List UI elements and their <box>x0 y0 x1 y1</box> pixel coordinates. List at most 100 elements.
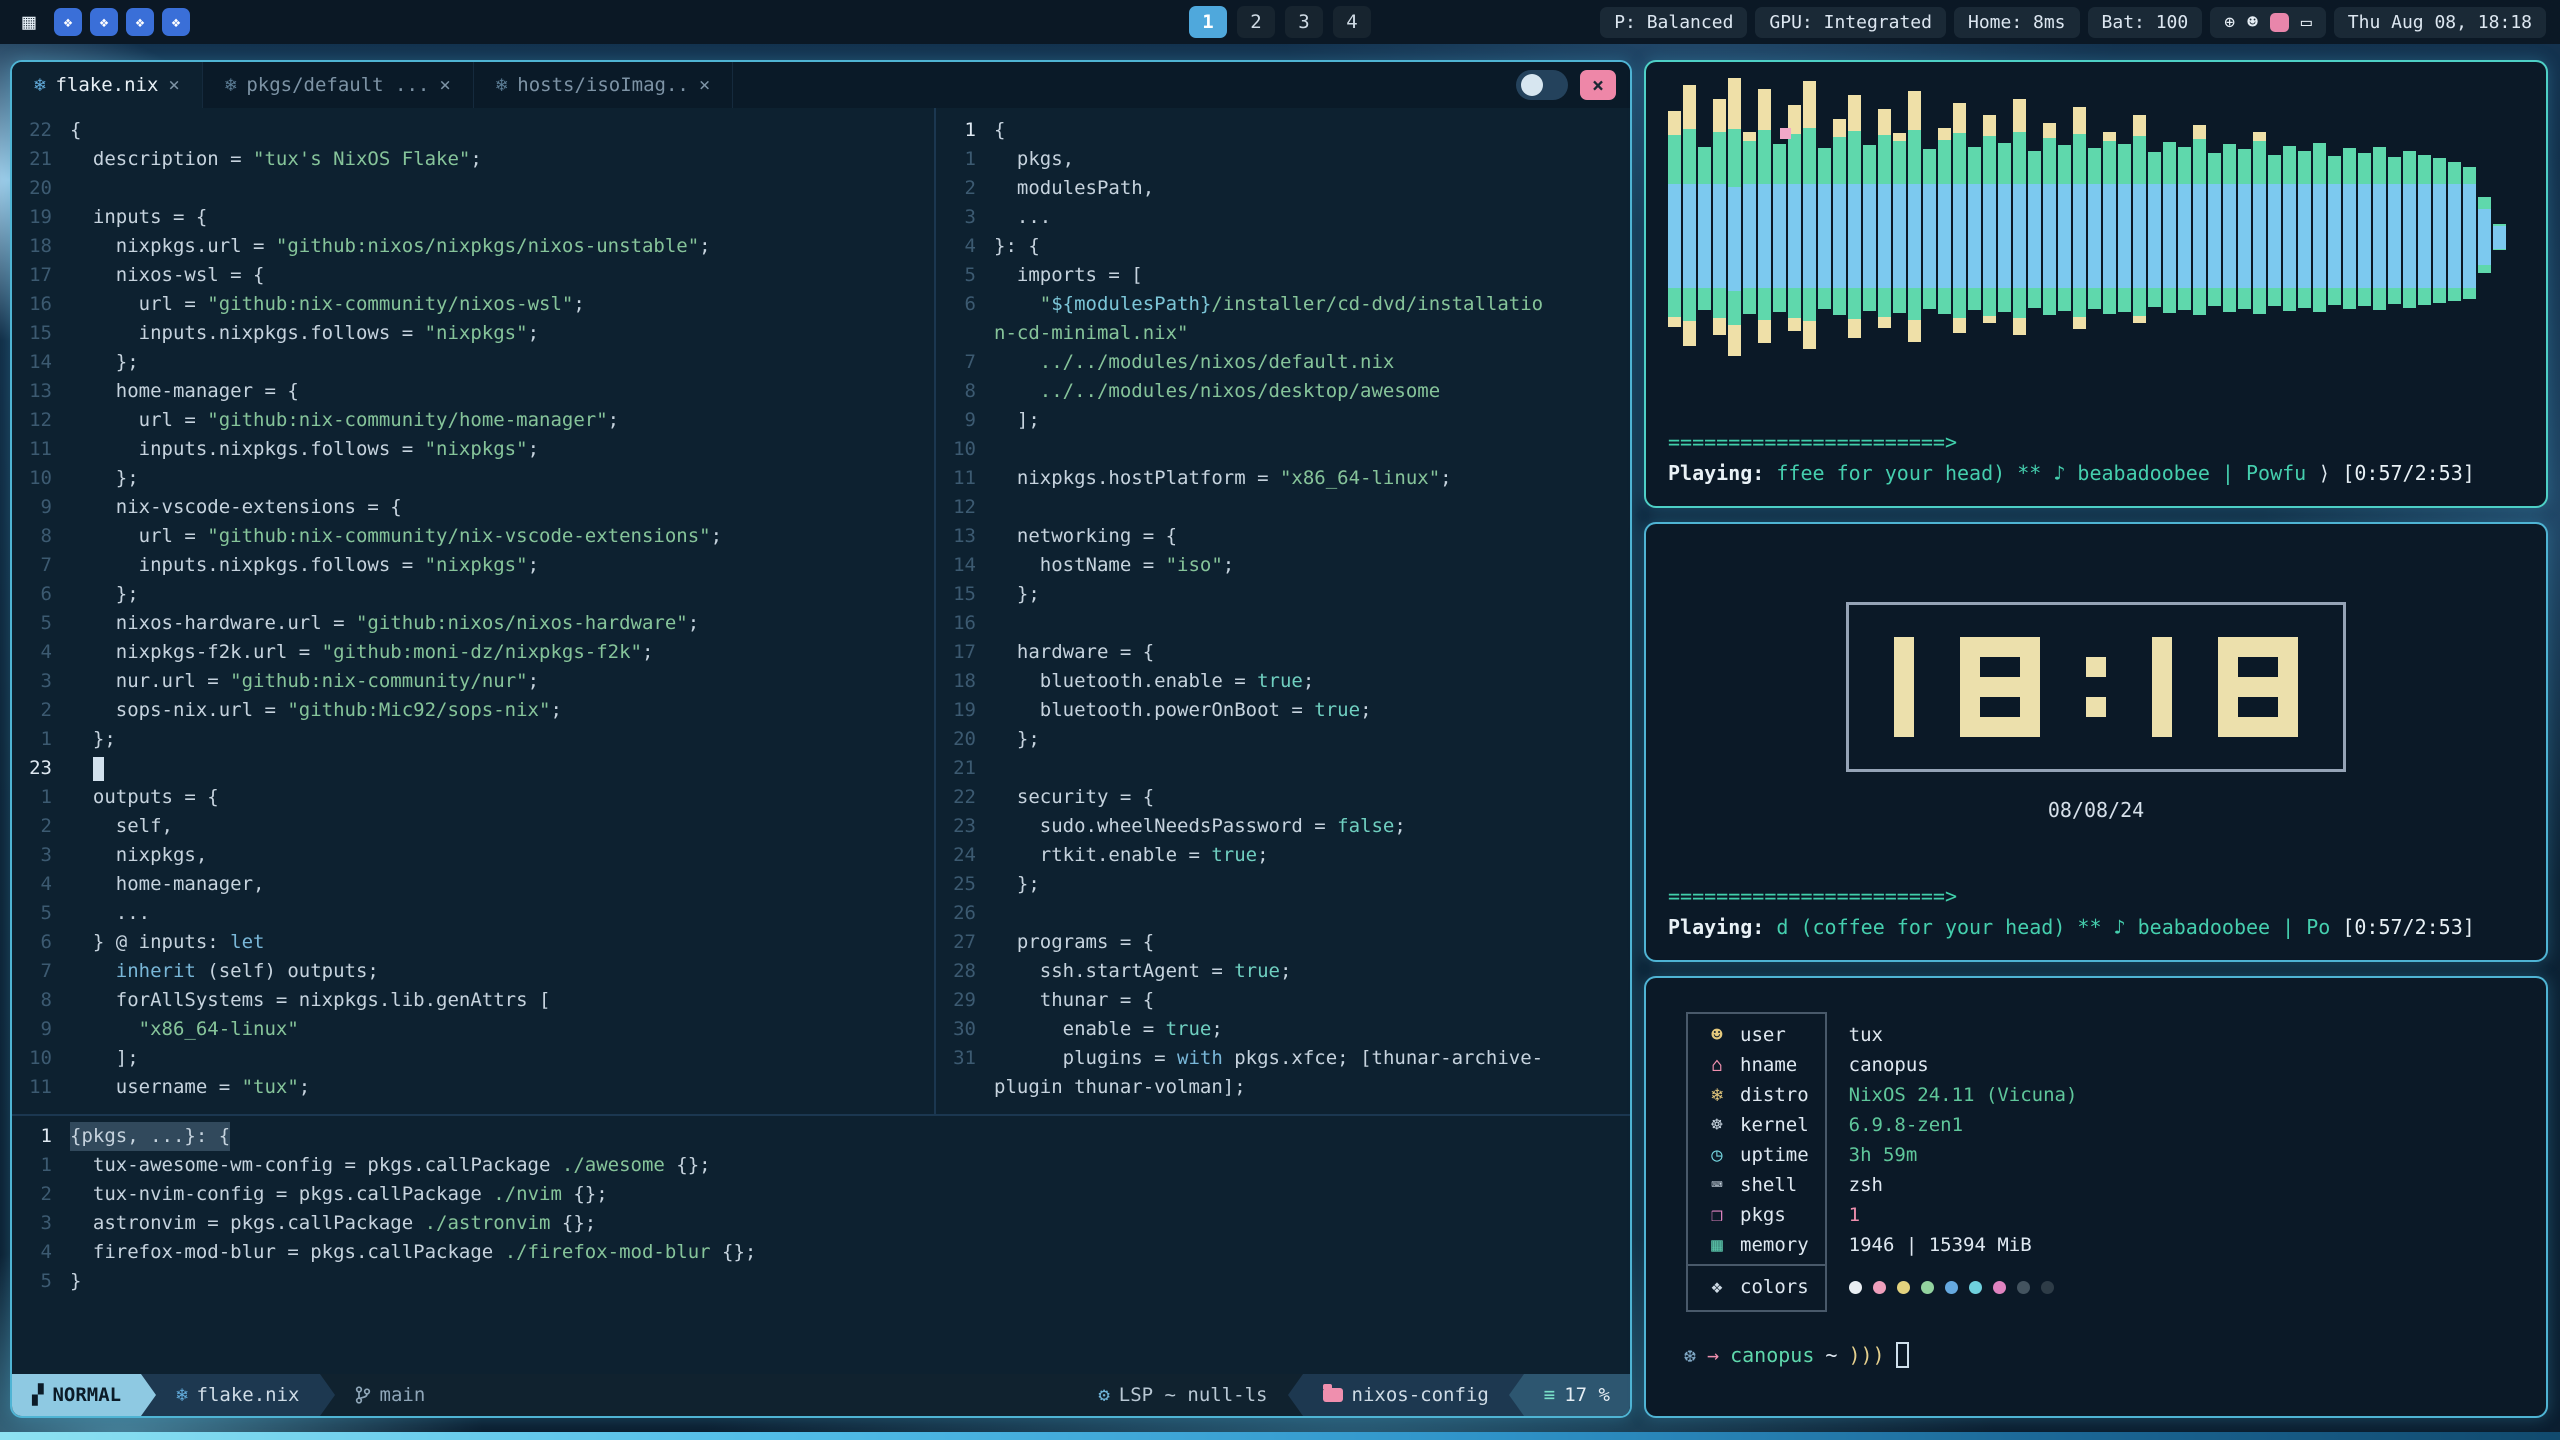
code-line: 10 ]; <box>12 1044 934 1073</box>
line-number: 10 <box>12 464 70 493</box>
code-line: 1 }; <box>12 725 934 754</box>
code-text: { <box>994 116 1005 145</box>
prompt-host: canopus <box>1730 1343 1814 1367</box>
powerline-separator <box>1509 1374 1524 1416</box>
code-line: 14 hostName = "iso"; <box>936 551 1630 580</box>
shell-prompt[interactable]: ❆ → canopus ~ ))) <box>1684 1342 2522 1368</box>
code-text: imports = [ <box>994 261 1143 290</box>
code-text: ../../modules/nixos/desktop/awesome <box>994 377 1440 406</box>
visualizer-bar <box>1818 148 1831 309</box>
status-pill-1: P: Balanced <box>1600 7 1747 38</box>
tray-icon-2[interactable]: ❖ <box>90 8 118 36</box>
tray-icon-3[interactable]: ❖ <box>126 8 154 36</box>
visualizer-bar <box>2388 157 2401 304</box>
network-icon[interactable]: ⊕ <box>2224 12 2235 33</box>
visualizer-bar <box>2238 149 2251 309</box>
tag-3[interactable]: 3 <box>1285 6 1323 38</box>
code-text <box>70 754 104 783</box>
code-line: 12 <box>936 493 1630 522</box>
pane-pkgs-default[interactable]: 1{pkgs, ...}: {1 tux-awesome-wm-config =… <box>12 1116 1630 1374</box>
line-number: 5 <box>936 261 994 290</box>
code-line: 6 } @ inputs: let <box>12 928 934 957</box>
clock-digit <box>1894 637 1914 737</box>
line-number: 3 <box>12 667 70 696</box>
editor-tabline: ❄flake.nix×❄pkgs/default ...×❄hosts/isoI… <box>12 62 1630 108</box>
code-line: 27 programs = { <box>936 928 1630 957</box>
tag-2[interactable]: 2 <box>1237 6 1275 38</box>
tag-1[interactable]: 1 <box>1189 6 1227 38</box>
tab-hosts-isoimag-[interactable]: ❄hosts/isoImag..× <box>474 62 734 108</box>
tray-icons: ❖ ❖ ❖ ❖ <box>54 8 190 36</box>
visualizer-bar <box>2223 144 2236 312</box>
line-number: 10 <box>12 1044 70 1073</box>
code-line: 2 tux-nvim-config = pkgs.callPackage ./n… <box>12 1180 1630 1209</box>
code-text: plugin thunar-volman]; <box>994 1073 1246 1102</box>
line-number: 22 <box>936 783 994 812</box>
color-dot-7 <box>1993 1281 2006 1294</box>
code-text: ssh.startAgent = true; <box>994 957 1291 986</box>
code-line: 14 }; <box>12 348 934 377</box>
powerline-separator <box>320 1374 335 1416</box>
bar-clock: Thu Aug 08, 18:18 <box>2334 7 2546 38</box>
code-line: 1{pkgs, ...}: { <box>12 1122 1630 1151</box>
window-close-button[interactable]: × <box>1580 70 1616 100</box>
line-number: 1 <box>936 116 994 145</box>
code-line: n-cd-minimal.nix" <box>936 319 1630 348</box>
terminal-window[interactable]: ☻user⌂hname❄distro☸kernel◷uptime⌨shell❒p… <box>1644 976 2548 1418</box>
code-line: 11 username = "tux"; <box>12 1073 934 1102</box>
code-line: 13 home-manager = { <box>12 377 934 406</box>
tab-label: flake.nix <box>55 74 158 96</box>
toggle-button[interactable] <box>1516 70 1568 100</box>
fetch-label-box: ☻user⌂hname❄distro☸kernel◷uptime⌨shell❒p… <box>1686 1012 1827 1312</box>
playing-artist: beabadoobee | Powfu <box>2077 458 2318 488</box>
code-line: 7 inputs.nixpkgs.follows = "nixpkgs"; <box>12 551 934 580</box>
pane-flake-nix[interactable]: 22{21 description = "tux's NixOS Flake";… <box>12 108 934 1114</box>
code-text: tux-awesome-wm-config = pkgs.callPackage… <box>70 1151 711 1180</box>
clock-digit <box>1960 637 2040 737</box>
tray-icon-4[interactable]: ❖ <box>162 8 190 36</box>
tab-close-icon[interactable]: × <box>439 74 450 96</box>
code-text: ... <box>994 203 1051 232</box>
code-text: username = "tux"; <box>70 1073 310 1102</box>
memory-icon: ▦ <box>1704 1234 1730 1256</box>
fetch-label: memory <box>1740 1234 1809 1256</box>
code-text: astronvim = pkgs.callPackage ./astronvim… <box>70 1209 596 1238</box>
tag-4[interactable]: 4 <box>1333 6 1371 38</box>
line-number <box>936 319 994 348</box>
status-pill-2: GPU: Integrated <box>1755 7 1946 38</box>
code-text: }; <box>70 464 139 493</box>
tab-close-icon[interactable]: × <box>699 74 710 96</box>
user-icon[interactable]: ☻ <box>2247 12 2258 33</box>
code-line: 18 nixpkgs.url = "github:nixos/nixpkgs/n… <box>12 232 934 261</box>
fetch-row-pkgs: ❒pkgs <box>1688 1200 1825 1230</box>
visualizer-bar <box>1998 143 2011 312</box>
line-number: 3 <box>936 203 994 232</box>
line-number: 16 <box>12 290 70 319</box>
visualizer-bar <box>2283 146 2296 311</box>
code-line: 8 ../../modules/nixos/desktop/awesome <box>936 377 1630 406</box>
fetch-separator <box>1688 1264 1825 1266</box>
code-line: 25 }; <box>936 870 1630 899</box>
visualizer-bar <box>1833 119 1846 315</box>
code-text: "${modulesPath}/installer/cd-dvd/install… <box>994 290 1543 319</box>
line-number: 10 <box>936 435 994 464</box>
tab-pkgs-default-[interactable]: ❄pkgs/default ...× <box>203 62 474 108</box>
launcher-icon[interactable]: ▦ <box>14 10 44 35</box>
line-number: 2 <box>936 174 994 203</box>
screenshot-icon[interactable] <box>2270 13 2289 32</box>
display-icon[interactable]: ▭ <box>2301 12 2312 33</box>
code-line: 2 sops-nix.url = "github:Mic92/sops-nix"… <box>12 696 934 725</box>
tab-close-icon[interactable]: × <box>168 74 179 96</box>
code-text: inputs.nixpkgs.follows = "nixpkgs"; <box>70 435 539 464</box>
code-line: 4}: { <box>936 232 1630 261</box>
tab-flake-nix[interactable]: ❄flake.nix× <box>12 62 203 108</box>
scroll-progress: ≡ 17 % <box>1524 1374 1630 1416</box>
code-line: 3 nixpkgs, <box>12 841 934 870</box>
code-line: 8 url = "github:nix-community/nix-vscode… <box>12 522 934 551</box>
tray-icon-1[interactable]: ❖ <box>54 8 82 36</box>
visualizer-bar <box>2418 155 2431 305</box>
pane-iso-image[interactable]: 1{1 pkgs,2 modulesPath,3 ...4}: {5 impor… <box>936 108 1630 1114</box>
code-text: nix-vscode-extensions = { <box>70 493 402 522</box>
code-text: inputs.nixpkgs.follows = "nixpkgs"; <box>70 551 539 580</box>
visualizer-bar <box>2148 152 2161 307</box>
